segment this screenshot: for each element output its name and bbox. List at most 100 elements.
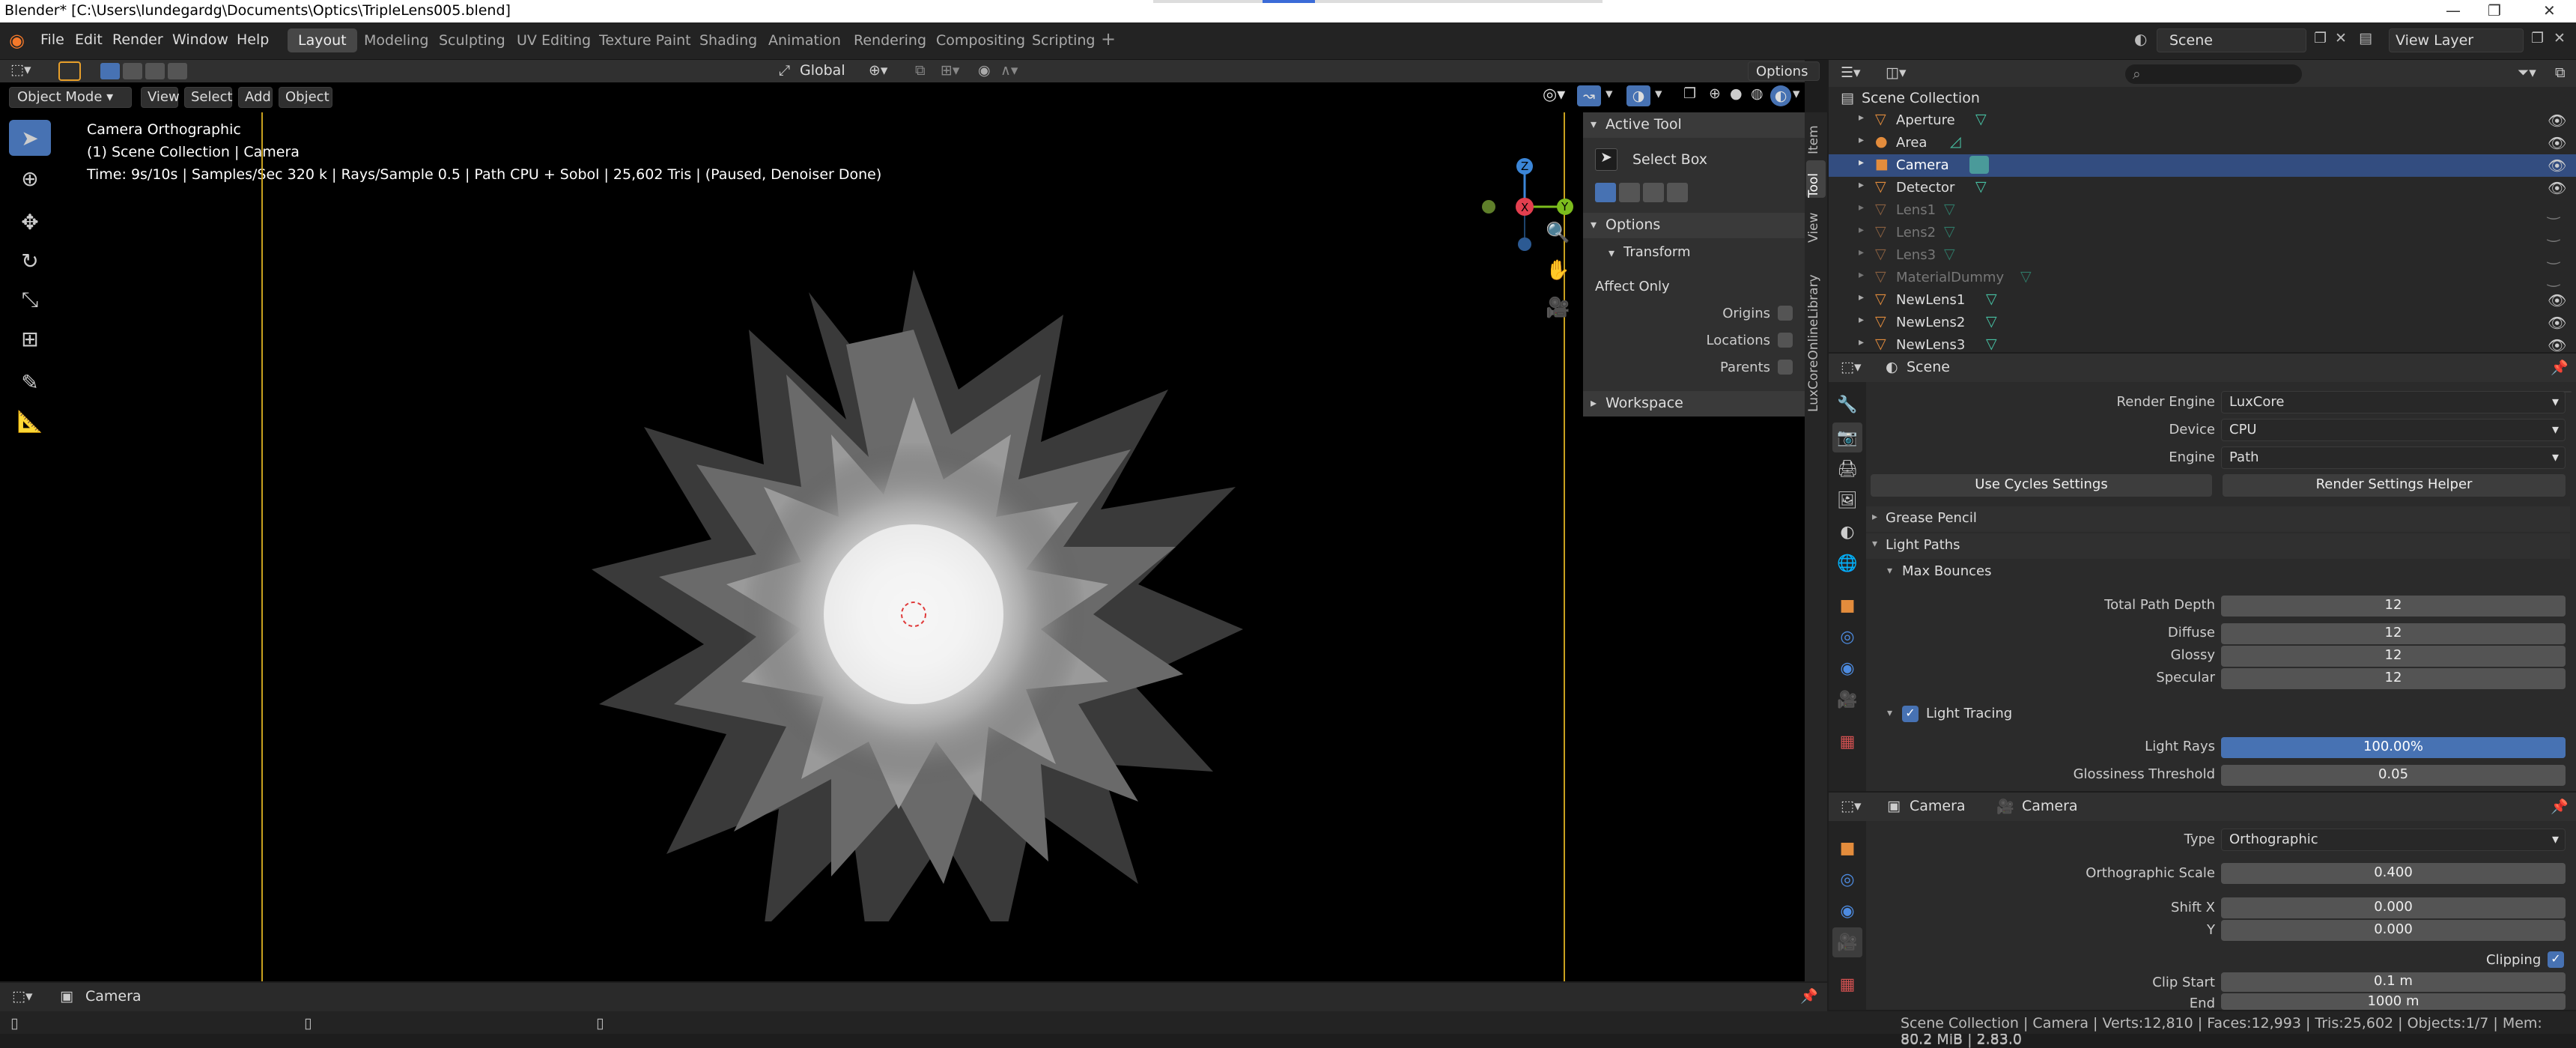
tab-uv-editing[interactable]: UV Editing <box>506 28 601 52</box>
eye-icon[interactable]: 👁 <box>2548 314 2566 332</box>
physics-tab-icon[interactable]: ◉ <box>1832 653 1862 683</box>
visibility-icon[interactable]: ◎▾ <box>1543 85 1565 104</box>
camera-data-tab-icon[interactable]: 🎥 <box>1832 927 1862 957</box>
outliner-row-materialdummy[interactable]: ▸ ▽ MaterialDummy ▽ ‿ <box>1829 267 2576 289</box>
eye-icon[interactable]: 👁 <box>2548 179 2566 197</box>
snap-icon[interactable]: ⧉ <box>915 62 926 79</box>
glossy-field[interactable]: 12 <box>2221 646 2566 667</box>
outliner-row-camera[interactable]: ▸ ■ Camera 👁 <box>1829 154 2576 177</box>
select-menu[interactable]: Select <box>184 87 233 108</box>
tab-layout[interactable]: Layout <box>288 28 357 52</box>
eye-icon[interactable]: 👁 <box>2548 134 2566 152</box>
tab-view[interactable]: View <box>1806 205 1826 243</box>
pin-icon[interactable]: 📌 <box>2551 359 2569 376</box>
max-bounces-expand-icon[interactable]: ▾ <box>1887 565 1892 577</box>
solid-shading-icon[interactable]: ● <box>1730 85 1743 102</box>
add-workspace-button[interactable]: + <box>1101 28 1116 49</box>
display-mode-icon[interactable]: ◫▾ <box>1886 64 1907 81</box>
eye-icon[interactable]: 👁 <box>2548 336 2566 354</box>
shift-x-field[interactable]: 0.000 <box>2221 897 2566 918</box>
clip-end-field[interactable]: 1000 m <box>2221 993 2566 1010</box>
view-layer-selector[interactable]: View Layer <box>2389 28 2524 52</box>
hidden-eye-icon[interactable]: ‿ <box>2548 269 2560 287</box>
camera-view-icon[interactable]: 🎥 <box>1546 297 1570 319</box>
gizmo-dropdown-icon[interactable]: ▾ <box>1606 85 1613 102</box>
tab-tool[interactable]: Tool <box>1806 160 1826 198</box>
mode-set-icon[interactable] <box>100 63 120 79</box>
menu-help[interactable]: Help <box>237 31 269 48</box>
filter-icon[interactable]: ⏷▾ <box>2518 64 2536 81</box>
clipping-checkbox[interactable]: ✓ <box>2548 951 2564 968</box>
editor-type-icon[interactable]: ⬚▾ <box>10 61 31 78</box>
tab-scripting[interactable]: Scripting <box>1021 28 1106 52</box>
tab-shading[interactable]: Shading <box>689 28 768 52</box>
tool-mode-subtract-icon[interactable] <box>1643 183 1664 202</box>
diffuse-field[interactable]: 12 <box>2221 623 2566 644</box>
outliner-row-newlens1[interactable]: ▸ ▽ NewLens1 ▽ 👁 <box>1829 289 2576 312</box>
properties-editor-icon[interactable]: ⬚▾ <box>1841 359 1862 375</box>
view-layer-icon[interactable]: ▤ <box>2359 30 2372 46</box>
shift-y-field[interactable]: 0.000 <box>2221 920 2566 941</box>
close-icon[interactable]: ✕ <box>2543 1 2556 19</box>
snap-target-icon[interactable]: ⊞▾ <box>941 62 959 79</box>
tab-texture-paint[interactable]: Texture Paint <box>589 28 702 52</box>
menu-edit[interactable]: Edit <box>75 31 103 48</box>
mode-extend-icon[interactable] <box>123 63 142 79</box>
hidden-eye-icon[interactable]: ‿ <box>2548 224 2560 242</box>
tab-modeling[interactable]: Modeling <box>353 28 439 52</box>
light-tracing-checkbox[interactable]: ✓ <box>1902 706 1919 722</box>
render-settings-helper-button[interactable]: Render Settings Helper <box>2223 474 2566 497</box>
tab-luxcore-library[interactable]: LuxCoreOnlineLibrary <box>1806 247 1826 412</box>
tab-animation[interactable]: Animation <box>758 28 851 52</box>
light-paths-panel[interactable]: ▾ Light Paths <box>1866 533 2570 559</box>
scene-tab-icon[interactable]: ◐ <box>1832 517 1862 547</box>
menu-window[interactable]: Window <box>172 31 228 48</box>
transform-orientation[interactable]: Global <box>800 62 845 79</box>
new-scene-icon[interactable]: ❐ <box>2314 30 2327 46</box>
outliner-row-detector[interactable]: ▸ ▽ Detector ▽ 👁 <box>1829 177 2576 199</box>
use-cycles-settings-button[interactable]: Use Cycles Settings <box>1871 474 2212 497</box>
properties-editor-icon[interactable]: ⬚▾ <box>1841 798 1862 814</box>
options-panel-header[interactable]: ▾ Options <box>1583 213 1805 238</box>
constraints-tab-icon[interactable]: ◎ <box>1832 622 1862 652</box>
select-box-icon[interactable]: ➤ <box>1595 148 1617 171</box>
zoom-icon[interactable]: 🔍 <box>1546 222 1570 244</box>
outliner-row-lens1[interactable]: ▸ ▽ Lens1 ▽ ‿ <box>1829 199 2576 222</box>
texture-tab-icon[interactable]: ▦ <box>1832 969 1862 999</box>
constraints-tab-icon[interactable]: ◎ <box>1832 864 1862 894</box>
cursor-tool-icon[interactable]: ⊕ <box>9 160 51 196</box>
eye-icon[interactable]: 👁 <box>2548 157 2566 175</box>
world-tab-icon[interactable]: 🌐 <box>1832 548 1862 578</box>
tool-mode-extend-icon[interactable] <box>1619 183 1640 202</box>
add-menu[interactable]: Add <box>238 87 273 108</box>
outliner-row-lens2[interactable]: ▸ ▽ Lens2 ▽ ‿ <box>1829 222 2576 244</box>
render-engine-dropdown[interactable]: LuxCore ▾ <box>2221 391 2566 414</box>
options-dropdown[interactable]: Options ▾ <box>1748 61 1820 95</box>
output-tab-icon[interactable]: 🖨 <box>1832 454 1862 484</box>
menu-file[interactable]: File <box>40 31 64 48</box>
outliner-row-area[interactable]: ▸ ● Area ◿ 👁 <box>1829 132 2576 154</box>
hidden-eye-icon[interactable]: ‿ <box>2548 202 2560 219</box>
origins-checkbox[interactable] <box>1778 306 1793 321</box>
shading-dropdown-icon[interactable]: ▾ <box>1793 85 1800 102</box>
outliner-search[interactable]: ⌕ <box>2125 64 2302 84</box>
proportional-edit-icon[interactable]: ◉ <box>978 62 991 79</box>
material-shading-icon[interactable]: ◍ <box>1751 85 1764 102</box>
pin-icon[interactable]: 📌 <box>1800 987 1818 1005</box>
object-tab-icon[interactable]: ■ <box>1832 833 1862 863</box>
select-box-tool-icon[interactable]: ➤ <box>9 120 51 156</box>
blender-logo-icon[interactable]: ◉ <box>9 30 25 51</box>
delete-scene-icon[interactable]: ✕ <box>2335 30 2347 46</box>
camera-type-dropdown[interactable]: Orthographic ▾ <box>2221 829 2566 851</box>
falloff-icon[interactable]: ∧▾ <box>1000 62 1018 79</box>
texture-tab-icon[interactable]: ▦ <box>1832 727 1862 757</box>
locations-checkbox[interactable] <box>1778 333 1793 348</box>
object-menu[interactable]: Object <box>279 87 332 108</box>
menu-render[interactable]: Render <box>112 31 163 48</box>
wireframe-shading-icon[interactable]: ⊕ <box>1709 85 1721 102</box>
workspace-panel-header[interactable]: ▸ Workspace <box>1583 391 1805 417</box>
grease-pencil-panel[interactable]: ▸ Grease Pencil <box>1866 506 2570 532</box>
total-path-depth-field[interactable]: 12 <box>2221 596 2566 617</box>
delete-view-layer-icon[interactable]: ✕ <box>2554 30 2566 46</box>
object-tab-icon[interactable]: ■ <box>1832 590 1862 620</box>
